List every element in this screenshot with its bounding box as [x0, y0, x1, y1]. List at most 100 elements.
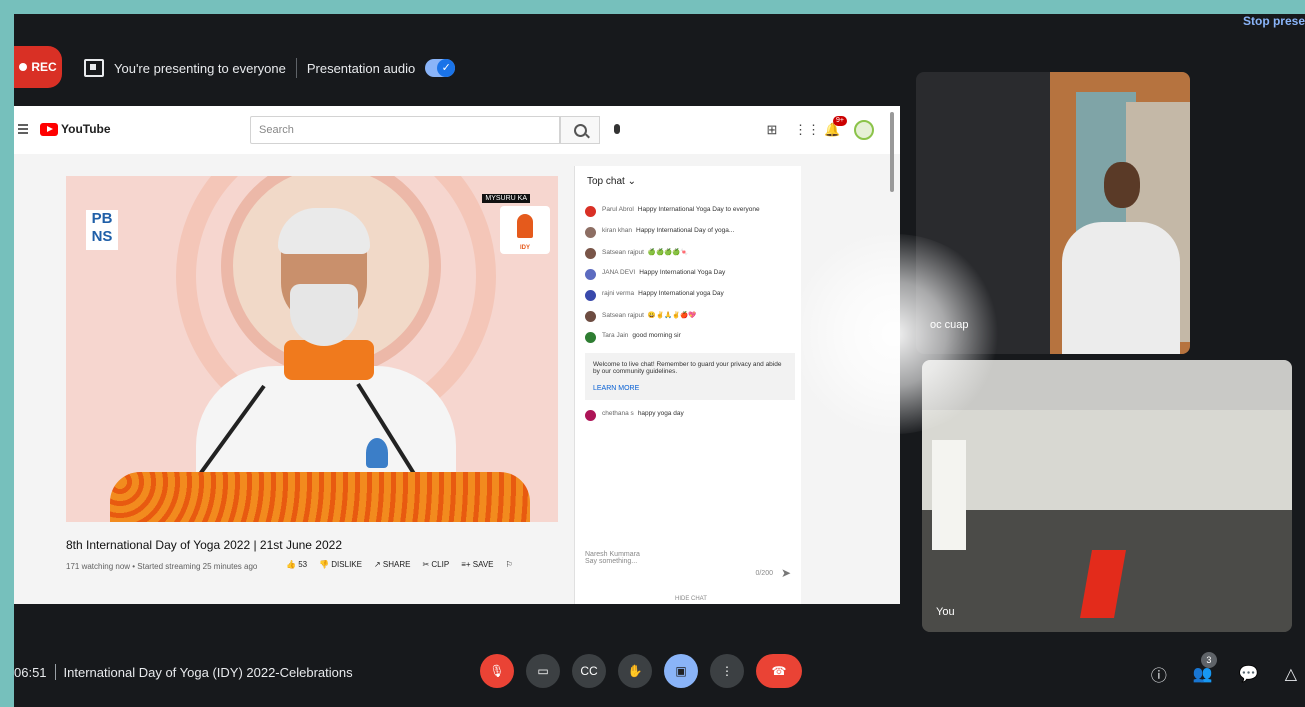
side-controls: ⓘ 👥 3 💬 △ — [1151, 652, 1297, 686]
more-options-icon[interactable]: ⋮ — [710, 654, 744, 688]
chat-avatar — [585, 311, 596, 322]
chat-message: rajni verma Happy International yoga Day — [585, 290, 795, 301]
youtube-top-actions: ⊞ ⋮⋮ 🔔 9+ — [764, 116, 874, 140]
video-actions: 👍 53 👎 DISLIKE ↗ SHARE ✂ CLIP ≡+ SAVE ⚐ — [286, 560, 513, 569]
presenting-banner: You're presenting to everyone Presentati… — [84, 50, 456, 86]
raise-hand-icon[interactable]: ✋ — [618, 654, 652, 688]
chat-avatar — [585, 206, 596, 217]
hall-door — [932, 440, 966, 550]
chat-filter-dropdown[interactable]: Top chat ⌄ — [587, 176, 636, 187]
chat-body: Happy International Yoga Day — [639, 269, 726, 276]
chat-message: chethana s happy yoga day — [585, 410, 795, 421]
chat-char-count: 0/200 — [755, 570, 773, 577]
mic-off-icon[interactable]: 🎙 — [480, 654, 514, 688]
captions-icon[interactable]: CC — [572, 654, 606, 688]
notifications-icon[interactable]: 🔔 9+ — [824, 116, 847, 138]
save-button[interactable]: ≡+ SAVE — [461, 560, 493, 569]
pbns-line1: PB — [91, 210, 113, 227]
pbns-logo: PB NS — [86, 210, 118, 250]
chat-welcome-text: Welcome to live chat! Remember to guard … — [593, 361, 782, 375]
record-dot-icon — [19, 63, 28, 71]
video-meta: 171 watching now • Started streaming 25 … — [66, 562, 258, 571]
pbns-line2: NS — [91, 228, 113, 245]
apps-icon[interactable]: ⋮⋮ — [794, 122, 820, 138]
hide-chat-button[interactable]: HIDE CHAT — [675, 596, 707, 602]
chat-author: Satsean rajput — [602, 249, 644, 256]
report-flag-icon[interactable]: ⚐ — [506, 560, 513, 569]
chat-author: chethana s — [602, 410, 634, 417]
speaker-collar — [284, 340, 374, 380]
chat-input-placeholder: Say something... — [585, 558, 638, 565]
activities-icon[interactable]: △ — [1285, 664, 1297, 684]
send-icon[interactable]: ➤ — [781, 566, 791, 580]
youtube-logo-text: YouTube — [61, 122, 111, 136]
chat-text: rajni verma Happy International yoga Day — [602, 290, 724, 297]
idy-logo: IDY — [500, 206, 550, 254]
clip-button[interactable]: ✂ CLIP — [422, 560, 449, 569]
youtube-play-icon — [40, 122, 58, 136]
page-scrollbar[interactable] — [890, 112, 894, 192]
location-label: MYSURU KA — [482, 194, 530, 203]
chat-message: Tara Jain good morning sir — [585, 332, 795, 343]
people-icon[interactable]: 👥 3 — [1193, 652, 1217, 684]
chat-input-area[interactable]: Naresh Kummara Say something... — [585, 551, 795, 565]
dislike-button[interactable]: 👎 DISLIKE — [319, 560, 362, 569]
chat-author: Parul Abrol — [602, 206, 634, 213]
share-label: SHARE — [382, 560, 411, 569]
search-input[interactable]: Search — [250, 116, 560, 144]
stop-presenting-button[interactable]: Stop prese — [1243, 14, 1305, 28]
chat-message-list: Parul Abrol Happy International Yoga Day … — [585, 206, 795, 431]
end-call-icon[interactable]: ☎ — [756, 654, 802, 688]
chat-body: 😀✌🙏✌🍎💖 — [647, 312, 697, 319]
create-icon[interactable]: ⊞ — [764, 122, 780, 138]
recording-badge: REC — [14, 46, 62, 88]
menu-icon[interactable] — [18, 124, 28, 134]
voice-search-icon[interactable] — [614, 124, 620, 134]
learn-more-link[interactable]: LEARN MORE — [593, 385, 787, 392]
chat-message: Parul Abrol Happy International Yoga Day … — [585, 206, 795, 217]
flower-garland — [110, 472, 530, 522]
rec-label: REC — [31, 60, 57, 74]
meeting-time: 06:51 — [14, 664, 47, 680]
account-avatar[interactable] — [854, 120, 874, 140]
chat-text: chethana s happy yoga day — [602, 410, 684, 417]
video-title: 8th International Day of Yoga 2022 | 21s… — [66, 538, 342, 552]
meeting-details-icon[interactable]: ⓘ — [1151, 662, 1167, 686]
live-chat-panel: Top chat ⌄ Parul Abrol Happy Internationa… — [574, 166, 801, 604]
chat-avatar — [585, 332, 596, 343]
chat-body: Happy International Yoga Day to everyone — [637, 206, 760, 213]
clip-label: CLIP — [431, 560, 450, 569]
chat-icon[interactable]: 💬 — [1239, 664, 1259, 684]
chat-welcome-notice: Welcome to live chat! Remember to guard … — [585, 353, 795, 400]
video-player[interactable]: PB NS MYSURU KA IDY — [66, 176, 558, 522]
participant-tile[interactable] — [916, 72, 1190, 354]
like-count: 53 — [298, 560, 308, 569]
chat-author: JANA DEVI — [602, 269, 636, 276]
chat-body: 🍏🍏🍏🍏🍬 — [647, 249, 689, 256]
presentation-audio-toggle[interactable] — [425, 59, 456, 77]
chat-text: Tara Jain good morning sir — [602, 332, 681, 339]
search-button[interactable] — [560, 116, 600, 144]
share-button[interactable]: ↗ SHARE — [374, 560, 411, 569]
chat-avatar — [585, 410, 596, 421]
meet-screen: REC You're presenting to everyone Presen… — [14, 14, 1305, 707]
chat-message: kiran khan Happy International Day of yog… — [585, 227, 795, 238]
yoga-figure-icon — [517, 214, 533, 238]
chat-author: kiran khan — [602, 227, 632, 234]
self-view-name: You — [936, 606, 955, 618]
hall-walls — [922, 410, 1292, 520]
self-view-tile[interactable] — [922, 360, 1292, 632]
divider — [295, 58, 297, 78]
shared-youtube-window: YouTube Search ⊞ ⋮⋮ 🔔9+ PB NS MYSURU KA — [14, 106, 900, 604]
camera-icon[interactable]: ▭ — [526, 654, 560, 688]
youtube-header: YouTube Search ⊞ ⋮⋮ 🔔 9+ — [14, 106, 900, 154]
chat-avatar — [585, 269, 596, 280]
youtube-logo[interactable]: YouTube — [40, 122, 111, 136]
meeting-info: 06:51 International Day of Yoga (IDY) 20… — [14, 664, 353, 680]
chat-message: JANA DEVI Happy International Yoga Day — [585, 269, 795, 280]
search-icon — [573, 123, 587, 137]
like-button[interactable]: 👍 53 — [286, 560, 307, 569]
presentation-audio-label: Presentation audio — [306, 60, 416, 76]
chat-body: Happy International Day of yoga... — [636, 227, 735, 234]
present-now-icon[interactable]: ▣ — [664, 654, 698, 688]
